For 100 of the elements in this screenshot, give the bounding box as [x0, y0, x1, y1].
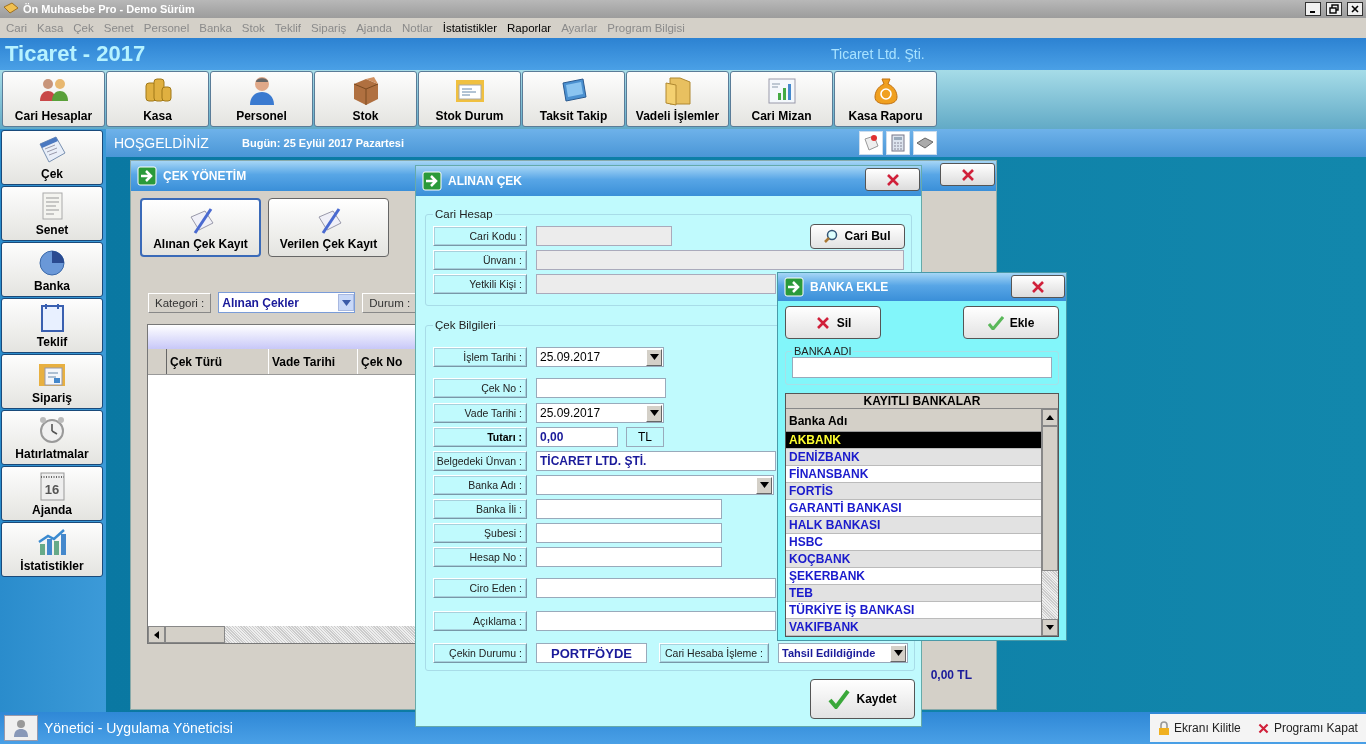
group-label: BANKA ADI	[793, 345, 853, 357]
calculator-icon	[891, 133, 905, 152]
delete-button[interactable]: Sil	[785, 306, 881, 339]
window-title: ALINAN ÇEK	[448, 174, 522, 188]
restore-button[interactable]	[1326, 2, 1342, 16]
sidebar-button[interactable]: İstatistikler	[1, 521, 103, 577]
field-label: Banka İli :	[433, 499, 527, 519]
restore-icon	[1329, 4, 1339, 14]
sidebar-button[interactable]: Banka	[1, 241, 103, 297]
date-field[interactable]: 25.09.2017	[536, 403, 664, 423]
table-title: KAYITLI BANKALAR	[786, 394, 1058, 409]
toolbar-button[interactable]: Kasa	[106, 70, 209, 127]
toolbar-button[interactable]: Taksit Takip	[522, 70, 625, 127]
check-icon	[987, 315, 1004, 330]
toolbar-button[interactable]: Cari Mizan	[730, 70, 833, 127]
menu-item[interactable]: Raporlar	[502, 21, 557, 34]
device-button[interactable]	[913, 130, 937, 155]
group-label: Çek Bilgileri	[434, 319, 497, 331]
window-title: ÇEK YÖNETİM	[163, 169, 247, 183]
record-button[interactable]: Verilen Çek Kayıt	[268, 198, 389, 257]
close-icon	[1351, 5, 1359, 13]
note-pin-icon	[862, 133, 880, 152]
toolbar-button[interactable]: Stok	[314, 70, 417, 127]
text-field[interactable]	[536, 611, 776, 631]
toolbar-button[interactable]: Kasa Raporu	[834, 70, 937, 127]
group-label: Cari Hesap	[434, 208, 494, 220]
sidebar-button[interactable]: Hatırlatmalar	[1, 409, 103, 465]
date-field[interactable]: 25.09.2017	[536, 347, 664, 367]
bank-name-field[interactable]	[792, 357, 1052, 378]
window-title: Ön Muhasebe Pro - Demo Sürüm	[23, 3, 195, 15]
scroll-up-icon	[1046, 415, 1054, 420]
text-field[interactable]: TİCARET LTD. ŞTİ.	[536, 451, 776, 471]
company-year-title: Ticaret - 2017	[5, 40, 147, 67]
vertical-scrollbar[interactable]	[1041, 409, 1058, 636]
field-label: Cari Hesaba İşleme :	[659, 643, 769, 663]
field-label: Yetkili Kişi :	[433, 274, 527, 294]
bank-row[interactable]: VAKIFBANK	[786, 619, 1041, 636]
category-dropdown[interactable]: Alınan Çekler	[218, 292, 356, 313]
amount-field[interactable]: 0,00	[536, 427, 618, 447]
scroll-down-icon	[1046, 625, 1054, 630]
sidebar-button[interactable]: Teklif	[1, 297, 103, 353]
notes-button[interactable]	[859, 130, 883, 155]
lock-screen-button[interactable]: Ekranı Kilitle	[1158, 721, 1241, 735]
field-label: Belgedeki Ünvan :	[433, 451, 527, 471]
toolbar-button[interactable]: Personel	[210, 70, 313, 127]
caret-icon	[649, 410, 659, 416]
field-label: Ciro Eden :	[433, 578, 527, 598]
sidebar-button[interactable]: Sipariş	[1, 353, 103, 409]
company-name: Ticaret Ltd. Şti.	[831, 45, 925, 62]
column-header[interactable]: Banka Adı	[786, 409, 1041, 432]
text-field[interactable]	[536, 226, 672, 246]
field-label: Ünvanı :	[433, 250, 527, 270]
caret-icon	[649, 354, 659, 360]
bank-row[interactable]: DENİZBANK	[786, 449, 1041, 466]
column-header[interactable]: Çek Türü	[167, 349, 269, 374]
text-field[interactable]	[536, 250, 904, 270]
text-field[interactable]	[536, 274, 776, 294]
toolbar-button[interactable]: Cari Hesaplar	[2, 70, 105, 127]
scrollbar-thumb[interactable]	[1042, 426, 1058, 571]
lock-icon	[1158, 721, 1171, 735]
bank-row[interactable]: AKBANK	[786, 432, 1041, 449]
toolbar-button[interactable]: Stok Durum	[418, 70, 521, 127]
bank-row[interactable]: TEB	[786, 585, 1041, 602]
close-icon	[959, 166, 976, 183]
text-field[interactable]	[536, 378, 666, 398]
sidebar-button[interactable]: Çek	[1, 129, 103, 185]
sidebar-button[interactable]: Senet	[1, 185, 103, 241]
find-account-button[interactable]: Cari Bul	[810, 223, 905, 249]
field-label: Banka Adı :	[433, 475, 527, 495]
add-button[interactable]: Ekle	[963, 306, 1059, 339]
field-label: Çek No :	[433, 378, 527, 398]
field-label: Açıklama :	[433, 611, 527, 631]
menu-item[interactable]: İstatistikler	[437, 21, 503, 34]
sidebar-button[interactable]: 16 Ajanda	[1, 465, 103, 521]
exit-button[interactable]: Programı Kapat	[1256, 721, 1358, 735]
close-button[interactable]	[1011, 275, 1065, 298]
close-button[interactable]	[865, 168, 920, 191]
total-amount: 0,00 TL	[930, 668, 972, 682]
scrollbar-thumb[interactable]	[165, 626, 225, 643]
bank-row[interactable]: HALK BANKASI	[786, 517, 1041, 534]
minimize-button[interactable]	[1305, 2, 1321, 16]
user-name: Yönetici - Uygulama Yöneticisi	[44, 720, 234, 736]
text-field[interactable]	[536, 523, 722, 543]
bank-dropdown[interactable]	[536, 475, 774, 495]
save-button[interactable]: Kaydet	[810, 679, 915, 719]
record-button[interactable]: Alınan Çek Kayıt	[140, 198, 261, 257]
toolbar-button[interactable]: Vadeli İşlemler	[626, 70, 729, 127]
column-header[interactable]: Vade Tarihi	[269, 349, 358, 374]
bank-row[interactable]: FORTİS	[786, 483, 1041, 500]
calculator-button[interactable]	[886, 130, 910, 155]
text-field[interactable]	[536, 578, 776, 598]
caret-icon	[759, 482, 769, 488]
text-field[interactable]	[536, 547, 722, 567]
close-button[interactable]	[940, 163, 995, 186]
text-field[interactable]	[536, 499, 722, 519]
bank-row[interactable]: KOÇBANK	[786, 551, 1041, 568]
close-button[interactable]	[1347, 2, 1363, 16]
posting-dropdown[interactable]: Tahsil Edildiğinde	[778, 643, 908, 663]
field-label: Hesap No :	[433, 547, 527, 567]
check-icon	[828, 689, 851, 709]
